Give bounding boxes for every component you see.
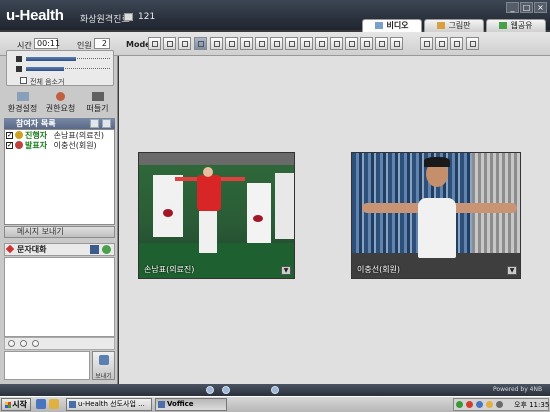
speaker-volume-bar[interactable] [26, 57, 76, 61]
video-tile-2[interactable]: 이충선(회원) ▼ [351, 152, 521, 279]
minimize-button[interactable]: _ [506, 2, 519, 13]
mute-all-checkbox[interactable] [20, 77, 27, 84]
layout-12-button[interactable] [315, 37, 328, 50]
participant-role: 진행자 [25, 131, 48, 140]
chat-log [4, 257, 115, 337]
layout-15-button[interactable] [360, 37, 373, 50]
taskbar-task-1[interactable]: u-Health 선도사업 ... [66, 398, 152, 411]
taskbar-task-voffice[interactable]: Voffice [155, 398, 227, 411]
permission-request-button[interactable]: 권한요청 [43, 92, 78, 114]
megaphone-icon [91, 92, 104, 101]
save-icon[interactable] [90, 245, 99, 254]
participant-checkbox[interactable] [6, 140, 13, 150]
record-button[interactable] [435, 37, 448, 50]
layout-2-button[interactable] [163, 37, 176, 50]
paint-icon [437, 22, 446, 29]
app-title: u-Health [6, 7, 64, 24]
host-icon [15, 131, 23, 139]
participant-row[interactable]: 발표자 이충선(회원) [6, 140, 97, 151]
settings-button[interactable]: 환경설정 [5, 92, 40, 114]
start-button[interactable]: 시작 [1, 398, 31, 411]
tray-network-icon[interactable] [456, 401, 463, 408]
tab-web-share[interactable]: 웹공유 [486, 19, 546, 32]
mic-volume-bar[interactable] [26, 67, 64, 71]
participants-add-icon[interactable] [90, 119, 99, 128]
taskbar-clock: 오후 11:35 [514, 401, 550, 409]
refresh-icon[interactable] [102, 245, 111, 254]
mode-label: Mode [126, 40, 151, 49]
emoticon-icon[interactable] [8, 340, 15, 347]
layout-16-button[interactable] [375, 37, 388, 50]
status-speaker-icon[interactable] [206, 386, 214, 394]
layout-6-button[interactable] [225, 37, 238, 50]
person-1-torso [197, 175, 221, 211]
talk-button[interactable]: 떠들기 [80, 92, 115, 114]
help-icon[interactable] [271, 386, 279, 394]
video-tile-1[interactable]: 손남표(의료진) ▼ [138, 152, 295, 279]
layout-1-button[interactable] [148, 37, 161, 50]
layout-17-button[interactable] [390, 37, 403, 50]
room-number: 121 [138, 12, 156, 22]
video-label-1: 손남표(의료진) [144, 265, 195, 274]
participant-name: 이충선(회원) [53, 141, 97, 150]
document-button[interactable] [450, 37, 463, 50]
settings-icon [16, 92, 29, 101]
count-value: 2 [94, 38, 110, 49]
layout-11-button[interactable] [300, 37, 313, 50]
time-value: 00:11 [34, 38, 60, 49]
chat-input[interactable] [4, 351, 90, 380]
presenter-icon [15, 141, 23, 149]
tray-update-icon[interactable] [486, 401, 493, 408]
status-info-icon[interactable] [222, 386, 230, 394]
participant-role: 발표자 [25, 141, 48, 150]
participants-doc-icon[interactable] [102, 119, 111, 128]
layout-7-button[interactable] [240, 37, 253, 50]
ie-icon[interactable] [36, 399, 46, 409]
layout-14-button[interactable] [345, 37, 358, 50]
layout-13-button[interactable] [330, 37, 343, 50]
video-label-2: 이충선(회원) [357, 265, 401, 274]
participant-checkbox[interactable] [6, 130, 13, 140]
maximize-button[interactable]: □ [520, 2, 533, 13]
layout-3-button[interactable] [178, 37, 191, 50]
participant-name: 손남표(의료진) [53, 131, 105, 140]
app-subtitle: 화상원격진료 [80, 15, 130, 25]
mic-icon [16, 66, 22, 72]
layout-8-button[interactable] [255, 37, 268, 50]
close-button[interactable]: × [534, 2, 547, 13]
send-icon [99, 355, 109, 365]
layout-4-button[interactable] [194, 37, 207, 50]
video-icon [375, 22, 384, 29]
powered-by: Powered by 4NB [493, 386, 543, 393]
font-icon[interactable] [20, 340, 27, 347]
video-1-dropdown[interactable]: ▼ [281, 266, 291, 275]
user-request-icon [56, 92, 65, 101]
layout-5-button[interactable] [210, 37, 223, 50]
tray-messenger-icon[interactable] [476, 401, 483, 408]
camera-button[interactable] [420, 37, 433, 50]
tray-volume-icon[interactable] [496, 401, 503, 408]
mute-all-label: 전체 음소거 [30, 78, 65, 86]
tab-video[interactable]: 비디오 [362, 19, 422, 32]
speaker-icon [16, 56, 22, 62]
folder-icon[interactable] [49, 399, 59, 409]
send-message-button[interactable]: 메시지 보내기 [4, 226, 115, 238]
tab-drawing[interactable]: 그림판 [424, 19, 484, 32]
video-2-dropdown[interactable]: ▼ [507, 266, 517, 275]
layout-10-button[interactable] [285, 37, 298, 50]
tray-security-icon[interactable] [466, 401, 473, 408]
participant-row[interactable]: 진행자 손남표(의료진) [6, 130, 105, 141]
color-icon[interactable] [32, 340, 39, 347]
globe-icon [499, 22, 508, 29]
layout-9-button[interactable] [270, 37, 283, 50]
fullscreen-button[interactable] [466, 37, 479, 50]
room-icon [124, 13, 133, 21]
